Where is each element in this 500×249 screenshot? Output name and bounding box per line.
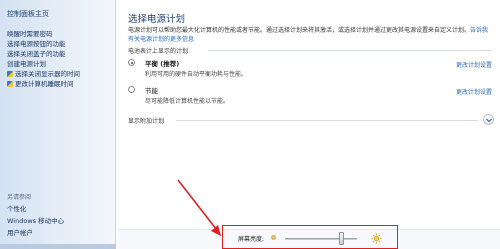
annotation-highlight-box (222, 225, 398, 249)
nav-link-display-off[interactable]: 选择关闭显示器的时间 (7, 69, 115, 79)
plan-balanced[interactable]: 平衡 (推荐) 利用可用的硬件自动平衡功耗与性能。 更改计划设置 (128, 57, 494, 81)
sidebar-bottom-strip (0, 244, 116, 249)
show-additional-plans[interactable]: 显示附加计划 (128, 114, 494, 126)
section-heading: 电池表计上显示的计划 (128, 48, 189, 55)
see-also-heading: 另请参阅 (7, 194, 32, 201)
nav-link-sleep-time[interactable]: 更改计算机睡眠时间 (7, 79, 115, 89)
plan-power-saver-name: 节能 (145, 87, 158, 95)
nav-link-power-button[interactable]: 选择电源按钮的功能 (7, 39, 115, 49)
plan-balanced-desc: 利用可用的硬件自动平衡功耗与性能。 (145, 71, 248, 78)
nav-link-display-off-label: 选择关闭显示器的时间 (15, 70, 80, 78)
shield-icon (7, 71, 13, 77)
plan-power-saver-settings-link[interactable]: 更改计划设置 (456, 87, 492, 96)
plan-power-saver-radio[interactable] (128, 86, 135, 93)
main-content: 选择电源计划 电源计划可以帮助您最大化计算机的性能或者节能。通过选择计划来将其激… (118, 0, 500, 249)
plan-power-saver[interactable]: 节能 尽可能降低计算机性能以节能。 更改计划设置 (128, 84, 494, 108)
section-divider (208, 50, 492, 51)
show-additional-plans-label: 显示附加计划 (128, 118, 165, 125)
description-text: 电源计划可以帮助您最大化计算机的性能或者节能。通过选择计划来将其激活，或选择计划… (128, 27, 471, 34)
navigation-pane: 控制面板主页 唤醒时需要密码 选择电源按钮的功能 选择关闭盖子的功能 创建电源计… (0, 0, 116, 249)
plan-balanced-radio[interactable] (128, 59, 135, 66)
shield-icon (7, 81, 13, 87)
page-title: 选择电源计划 (128, 14, 186, 25)
see-also-personalization[interactable]: 个性化 (7, 203, 64, 215)
page-description: 电源计划可以帮助您最大化计算机的性能或者节能。通过选择计划来将其激活，或选择计划… (128, 26, 494, 44)
plan-balanced-name: 平衡 (推荐) (145, 60, 180, 68)
see-also-user-accounts[interactable]: 用户帐户 (7, 227, 64, 239)
show-additional-divider (176, 120, 478, 121)
plan-balanced-settings-link[interactable]: 更改计划设置 (456, 60, 492, 69)
chevron-down-icon[interactable] (483, 114, 494, 125)
see-also-mobility-center[interactable]: Windows 移动中心 (7, 215, 64, 227)
control-panel-home-link[interactable]: 控制面板主页 (7, 9, 49, 19)
plan-power-saver-desc: 尽可能降低计算机性能以节能。 (145, 98, 230, 105)
task-links: 唤醒时需要密码 选择电源按钮的功能 选择关闭盖子的功能 创建电源计划 选择关闭显… (7, 29, 115, 89)
see-also-links: 个性化 Windows 移动中心 用户帐户 (7, 203, 64, 239)
nav-link-create-plan[interactable]: 创建电源计划 (7, 59, 115, 69)
nav-link-lid-close[interactable]: 选择关闭盖子的功能 (7, 49, 115, 59)
nav-link-password-on-wake[interactable]: 唤醒时需要密码 (7, 29, 115, 39)
nav-link-sleep-time-label: 更改计算机睡眠时间 (15, 80, 74, 88)
